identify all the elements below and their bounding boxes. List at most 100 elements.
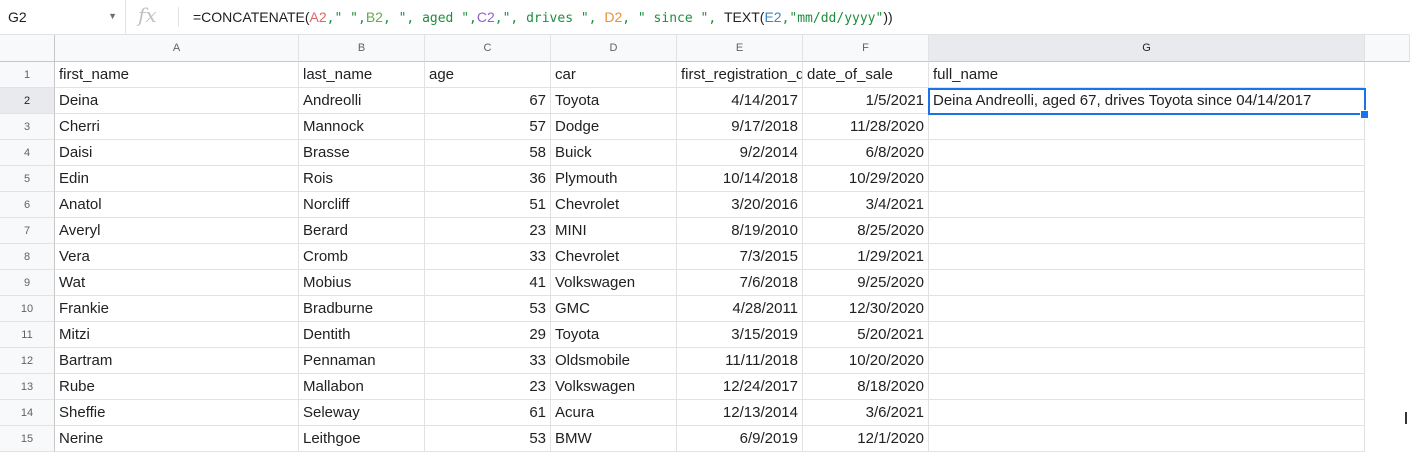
cell-a4[interactable]: Daisi <box>55 140 299 166</box>
cell-d2[interactable]: Toyota <box>551 88 677 114</box>
row-header[interactable]: 3 <box>0 114 55 140</box>
cell-e8[interactable]: 7/3/2015 <box>677 244 803 270</box>
cell-c12[interactable]: 33 <box>425 348 551 374</box>
cell-a14[interactable]: Sheffie <box>55 400 299 426</box>
cell-a5[interactable]: Edin <box>55 166 299 192</box>
cell-e4[interactable]: 9/2/2014 <box>677 140 803 166</box>
cell-a3[interactable]: Cherri <box>55 114 299 140</box>
column-header-c[interactable]: C <box>425 35 551 62</box>
cell-f2[interactable]: 1/5/2021 <box>803 88 929 114</box>
cell-g11[interactable] <box>929 322 1365 348</box>
cell-f9[interactable]: 9/25/2020 <box>803 270 929 296</box>
cell-c6[interactable]: 51 <box>425 192 551 218</box>
cell-b15[interactable]: Leithgoe <box>299 426 425 452</box>
cell-d7[interactable]: MINI <box>551 218 677 244</box>
cell-a9[interactable]: Wat <box>55 270 299 296</box>
cell-g12[interactable] <box>929 348 1365 374</box>
cell-d6[interactable]: Chevrolet <box>551 192 677 218</box>
row-header[interactable]: 13 <box>0 374 55 400</box>
cell-c3[interactable]: 57 <box>425 114 551 140</box>
column-header-g[interactable]: G <box>929 35 1365 62</box>
cell-c1[interactable]: age <box>425 62 551 88</box>
cell-b4[interactable]: Brasse <box>299 140 425 166</box>
cell-f13[interactable]: 8/18/2020 <box>803 374 929 400</box>
cell-g8[interactable] <box>929 244 1365 270</box>
cell-b3[interactable]: Mannock <box>299 114 425 140</box>
row-header[interactable]: 6 <box>0 192 55 218</box>
cell-g14[interactable] <box>929 400 1365 426</box>
cell-b6[interactable]: Norcliff <box>299 192 425 218</box>
cell-a1[interactable]: first_name <box>55 62 299 88</box>
cell-e3[interactable]: 9/17/2018 <box>677 114 803 140</box>
row-header[interactable]: 1 <box>0 62 55 88</box>
cell-g6[interactable] <box>929 192 1365 218</box>
cell-b7[interactable]: Berard <box>299 218 425 244</box>
cell-a8[interactable]: Vera <box>55 244 299 270</box>
cell-a6[interactable]: Anatol <box>55 192 299 218</box>
row-header[interactable]: 8 <box>0 244 55 270</box>
cell-d14[interactable]: Acura <box>551 400 677 426</box>
cell-c2[interactable]: 67 <box>425 88 551 114</box>
cell-g3[interactable] <box>929 114 1365 140</box>
cell-e10[interactable]: 4/28/2011 <box>677 296 803 322</box>
cell-b11[interactable]: Dentith <box>299 322 425 348</box>
cell-d11[interactable]: Toyota <box>551 322 677 348</box>
cell-c4[interactable]: 58 <box>425 140 551 166</box>
column-header-a[interactable]: A <box>55 35 299 62</box>
row-header[interactable]: 10 <box>0 296 55 322</box>
cell-e2[interactable]: 4/14/2017 <box>677 88 803 114</box>
column-header-b[interactable]: B <box>299 35 425 62</box>
cell-g13[interactable] <box>929 374 1365 400</box>
cell-b1[interactable]: last_name <box>299 62 425 88</box>
cell-g7[interactable] <box>929 218 1365 244</box>
cell-e15[interactable]: 6/9/2019 <box>677 426 803 452</box>
cell-e5[interactable]: 10/14/2018 <box>677 166 803 192</box>
cell-d9[interactable]: Volkswagen <box>551 270 677 296</box>
cell-c13[interactable]: 23 <box>425 374 551 400</box>
cell-a7[interactable]: Averyl <box>55 218 299 244</box>
cell-d15[interactable]: BMW <box>551 426 677 452</box>
cell-d5[interactable]: Plymouth <box>551 166 677 192</box>
cell-f3[interactable]: 11/28/2020 <box>803 114 929 140</box>
cell-g9[interactable] <box>929 270 1365 296</box>
cell-a15[interactable]: Nerine <box>55 426 299 452</box>
row-header[interactable]: 5 <box>0 166 55 192</box>
cell-c7[interactable]: 23 <box>425 218 551 244</box>
row-header[interactable]: 9 <box>0 270 55 296</box>
cell-c14[interactable]: 61 <box>425 400 551 426</box>
cell-b13[interactable]: Mallabon <box>299 374 425 400</box>
cell-c11[interactable]: 29 <box>425 322 551 348</box>
cell-f4[interactable]: 6/8/2020 <box>803 140 929 166</box>
row-header[interactable]: 14 <box>0 400 55 426</box>
cell-d10[interactable]: GMC <box>551 296 677 322</box>
cell-f14[interactable]: 3/6/2021 <box>803 400 929 426</box>
cell-e11[interactable]: 3/15/2019 <box>677 322 803 348</box>
cell-d8[interactable]: Chevrolet <box>551 244 677 270</box>
cell-b9[interactable]: Mobius <box>299 270 425 296</box>
cell-b12[interactable]: Pennaman <box>299 348 425 374</box>
cell-f5[interactable]: 10/29/2020 <box>803 166 929 192</box>
cell-e9[interactable]: 7/6/2018 <box>677 270 803 296</box>
fill-handle[interactable] <box>1360 110 1369 119</box>
cell-b2[interactable]: Andreolli <box>299 88 425 114</box>
cell-c5[interactable]: 36 <box>425 166 551 192</box>
cell-c9[interactable]: 41 <box>425 270 551 296</box>
column-header-d[interactable]: D <box>551 35 677 62</box>
cell-f1[interactable]: date_of_sale <box>803 62 929 88</box>
cell-c10[interactable]: 53 <box>425 296 551 322</box>
cell-e13[interactable]: 12/24/2017 <box>677 374 803 400</box>
cell-e7[interactable]: 8/19/2010 <box>677 218 803 244</box>
cell-g10[interactable] <box>929 296 1365 322</box>
chevron-down-icon[interactable]: ▼ <box>108 11 117 21</box>
cell-f12[interactable]: 10/20/2020 <box>803 348 929 374</box>
cell-f6[interactable]: 3/4/2021 <box>803 192 929 218</box>
cell-g15[interactable] <box>929 426 1365 452</box>
cell-a11[interactable]: Mitzi <box>55 322 299 348</box>
row-header[interactable]: 7 <box>0 218 55 244</box>
select-all-corner[interactable] <box>0 35 55 62</box>
cell-d3[interactable]: Dodge <box>551 114 677 140</box>
cell-g4[interactable] <box>929 140 1365 166</box>
formula-input[interactable]: =CONCATENATE(A2," ",B2, ", aged ",C2,", … <box>193 9 893 26</box>
row-header[interactable]: 4 <box>0 140 55 166</box>
cell-b5[interactable]: Rois <box>299 166 425 192</box>
